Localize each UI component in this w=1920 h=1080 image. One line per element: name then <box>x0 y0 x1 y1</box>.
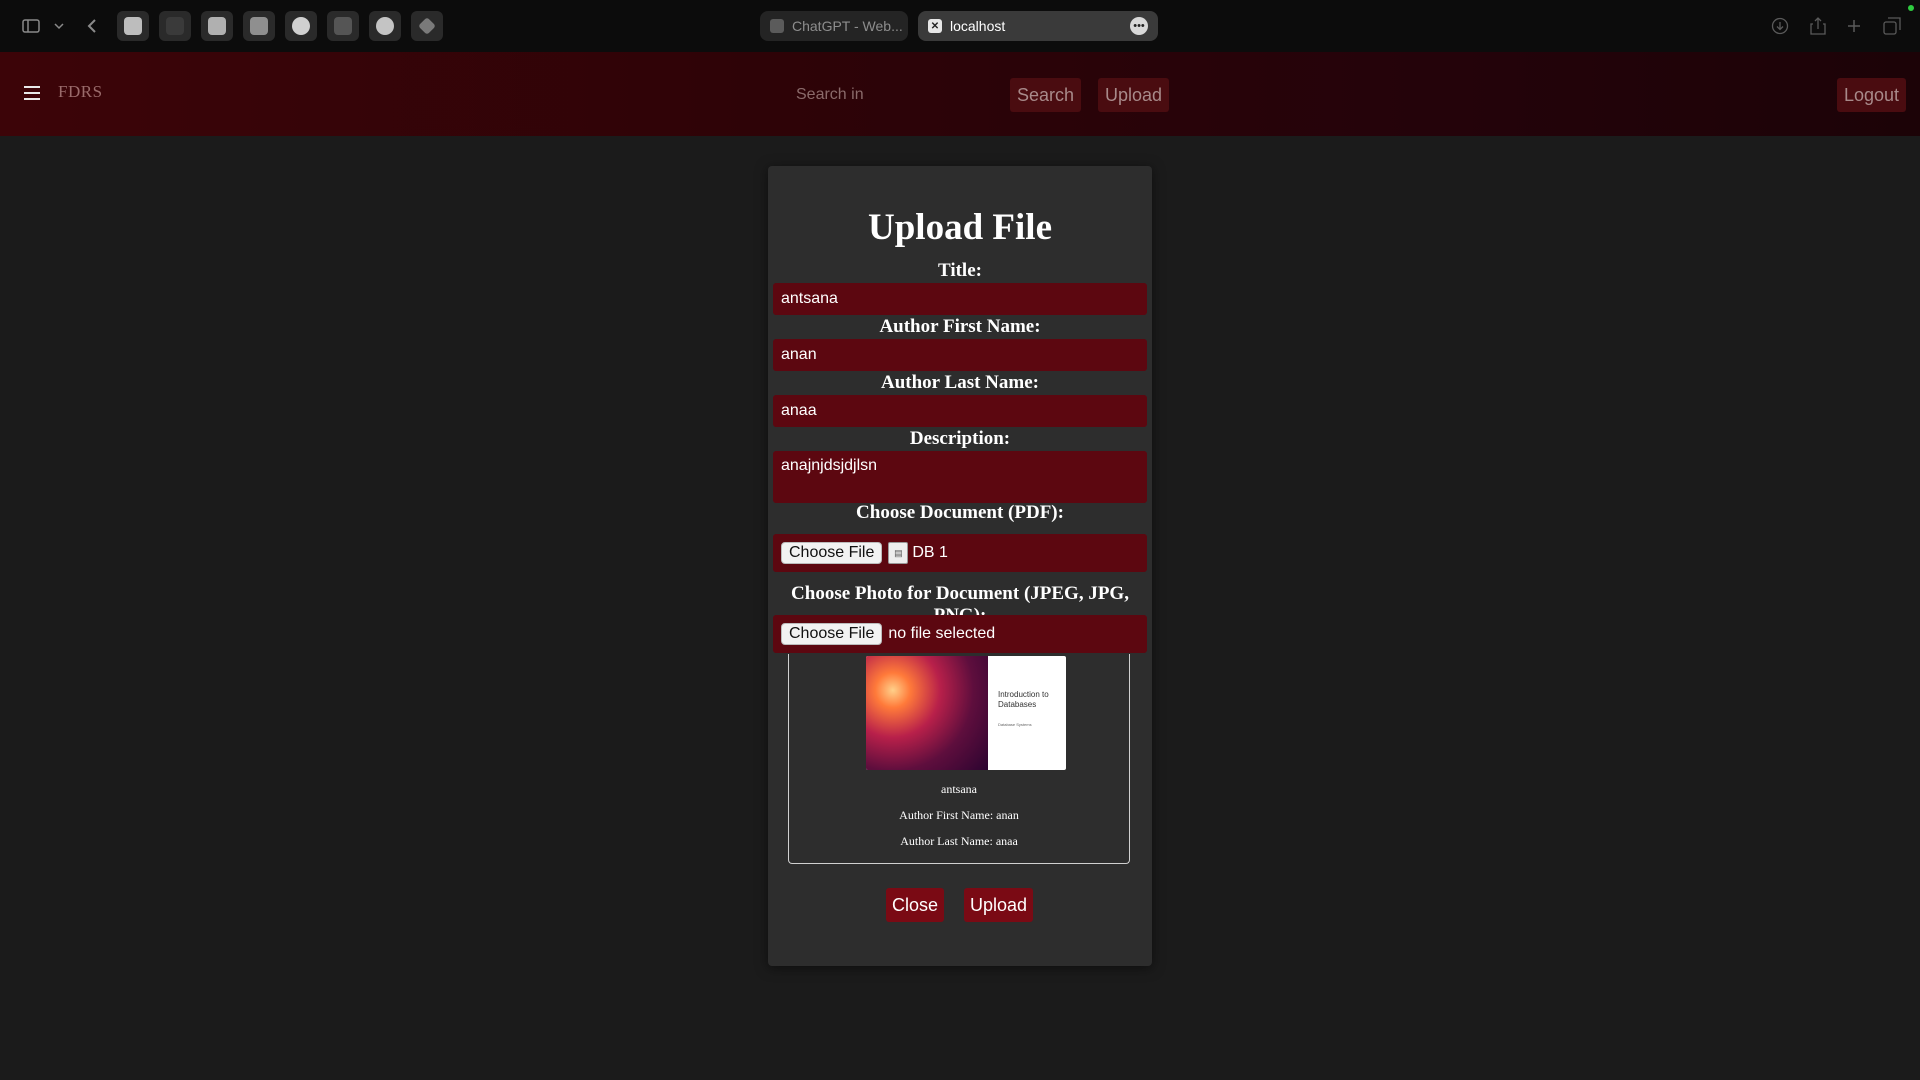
cover-subtitle: Database Systems <box>998 722 1032 727</box>
preview-title: antsana <box>941 782 977 796</box>
chevron-down-icon[interactable] <box>52 14 66 38</box>
pdf-file-icon: ▤ <box>888 542 909 564</box>
ellipsis-icon[interactable]: ••• <box>1130 17 1148 35</box>
document-label: Choose Document (PDF): <box>856 502 1064 523</box>
logout-button[interactable]: Logout <box>1837 78 1907 112</box>
description-field[interactable]: anajnjdsjdjlsn <box>773 451 1147 503</box>
first-name-label: Author First Name: <box>879 316 1041 337</box>
back-icon[interactable] <box>84 14 100 38</box>
choose-document-button[interactable]: Choose File <box>781 542 883 564</box>
cover-image: Introduction to Databases Database Syste… <box>866 656 1066 770</box>
tab-label: ChatGPT - Web... <box>792 18 903 34</box>
close-button[interactable]: Close <box>886 888 945 922</box>
modal-title: Upload File <box>868 207 1052 248</box>
search-button[interactable]: Search <box>1010 78 1082 112</box>
last-name-field[interactable] <box>773 395 1147 427</box>
document-file-input: Choose File ▤ DB 1 <box>773 534 1147 572</box>
preview-last-name: Author Last Name: anaa <box>900 834 1018 848</box>
last-name-label: Author Last Name: <box>881 372 1039 393</box>
bookmark-icon[interactable] <box>327 11 359 41</box>
first-name-field[interactable] <box>773 339 1147 371</box>
tab-overview-icon[interactable] <box>1882 14 1902 38</box>
download-icon[interactable] <box>1770 14 1790 38</box>
document-file-name: DB 1 <box>912 544 948 561</box>
logo[interactable]: FDRS <box>58 82 103 102</box>
photo-file-input: Choose File no file selected <box>773 615 1147 653</box>
search-input[interactable] <box>784 79 1028 111</box>
description-label: Description: <box>909 428 1011 449</box>
upload-nav-button[interactable]: Upload <box>1098 78 1170 112</box>
github-icon[interactable] <box>285 11 317 41</box>
choose-photo-button[interactable]: Choose File <box>781 623 883 645</box>
title-field[interactable] <box>773 283 1147 315</box>
bookmark-icon[interactable] <box>159 11 191 41</box>
photo-file-name: no file selected <box>888 625 996 642</box>
document-preview-card: Introduction to Databases Database Syste… <box>788 654 1130 864</box>
browser-toolbar: ChatGPT - Web... ✕ localhost ••• <box>0 0 1920 52</box>
upload-button[interactable]: Upload <box>964 888 1034 922</box>
new-tab-icon[interactable] <box>1845 14 1863 38</box>
cover-title: Introduction to Databases <box>998 690 1049 709</box>
app-navbar: FDRS Search Upload Logout <box>0 52 1920 136</box>
close-tab-icon[interactable]: ✕ <box>928 19 942 33</box>
bookmark-icon[interactable] <box>411 11 443 41</box>
preview-first-name: Author First Name: anan <box>899 808 1019 822</box>
tab-label: localhost <box>950 18 1006 34</box>
title-label: Title: <box>938 260 982 281</box>
bookmark-icon[interactable] <box>201 11 233 41</box>
cover-art <box>866 656 988 770</box>
share-icon[interactable] <box>1808 14 1828 38</box>
chatgpt-icon <box>770 19 784 33</box>
tab-localhost[interactable]: ✕ localhost ••• <box>918 11 1158 41</box>
tab-chatgpt[interactable]: ChatGPT - Web... <box>760 11 908 41</box>
upload-modal: Upload File Title: Author First Name: Au… <box>768 166 1152 966</box>
bookmark-icon[interactable] <box>369 11 401 41</box>
bookmark-icon[interactable] <box>243 11 275 41</box>
bookmark-icon[interactable] <box>117 11 149 41</box>
sidebar-toggle-icon[interactable] <box>20 14 42 38</box>
menu-icon[interactable] <box>24 86 40 100</box>
status-dot <box>1908 5 1914 11</box>
